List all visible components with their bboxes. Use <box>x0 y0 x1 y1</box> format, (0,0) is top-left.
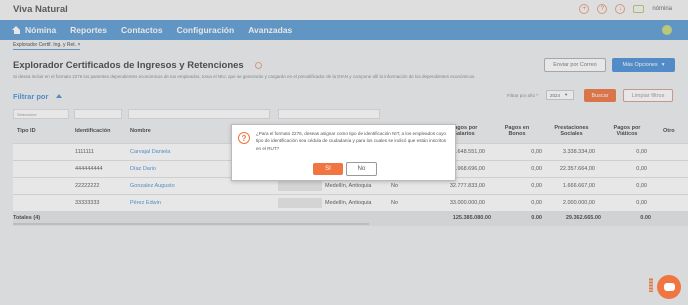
confirm-no-button[interactable]: No <box>346 162 377 176</box>
confirm-yes-button[interactable]: SI <box>313 163 343 175</box>
chat-button[interactable] <box>657 275 681 299</box>
chat-bubble-icon <box>663 283 675 291</box>
question-icon: ? <box>238 132 250 144</box>
drag-handle-icon[interactable] <box>649 278 653 292</box>
confirm-dialog: ? ¿Para el formato 2276, deseas asignar … <box>231 124 456 181</box>
dialog-message: ¿Para el formato 2276, deseas asignar co… <box>256 131 446 151</box>
